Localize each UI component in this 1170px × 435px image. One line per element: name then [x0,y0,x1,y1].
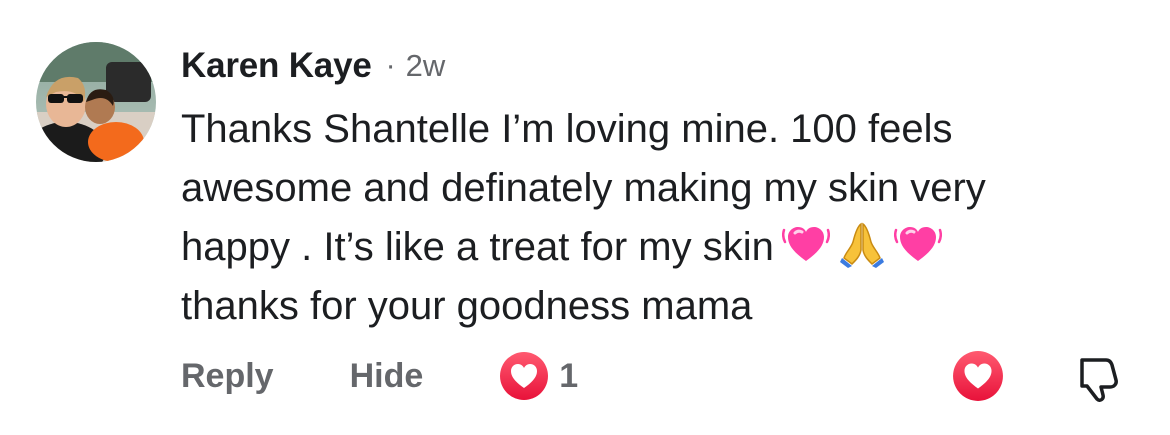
heart-icon [953,351,1003,401]
comment-line-with-emoji: happy . It’s like a treat for my skin [181,218,1141,277]
hide-button[interactable]: Hide [350,357,424,396]
comment-line: Thanks Shantelle I’m loving mine. 100 fe… [181,107,953,151]
comment-line: awesome and definately making my skin ve… [181,166,986,210]
beating-heart-emoji-icon [893,220,942,268]
heart-icon [500,352,549,400]
reply-button[interactable]: Reply [181,357,274,396]
comment-header: Karen Kaye · 2w [181,44,445,88]
timestamp[interactable]: 2w [406,48,446,84]
comment-line-text: happy . It’s like a treat for my skin [181,225,774,269]
folded-hands-emoji-icon [838,220,886,268]
author-name[interactable]: Karen Kaye [181,46,372,86]
comment-actions: Reply Hide 1 [181,350,578,402]
separator-dot: · [385,49,396,82]
comment: Karen Kaye · 2w Thanks Shantelle I’m lov… [0,0,1170,435]
reaction-count: 1 [559,356,579,395]
avatar[interactable] [36,42,156,162]
thumbs-down-icon [1080,358,1118,402]
dislike-button[interactable] [1072,352,1124,404]
beating-heart-emoji-icon [781,220,830,268]
comment-body: Thanks Shantelle I’m loving mine. 100 fe… [181,100,1141,336]
reaction-summary[interactable]: 1 [499,351,578,401]
avatar-image [36,42,156,162]
comment-line: thanks for your goodness mama [181,284,753,328]
react-button[interactable] [952,350,1004,402]
